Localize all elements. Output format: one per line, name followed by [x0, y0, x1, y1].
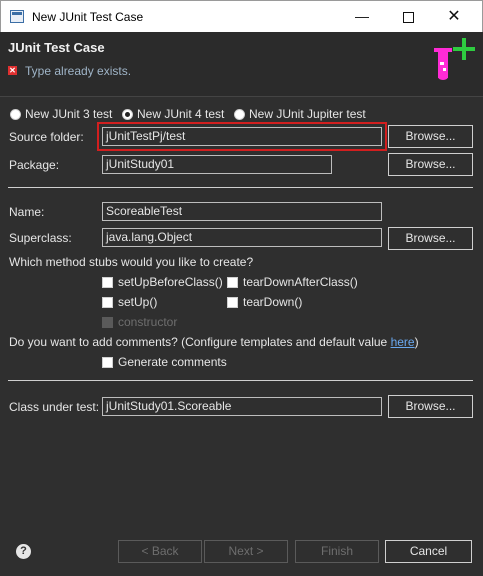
setup-before-class-label: setUpBeforeClass() — [118, 275, 223, 289]
package-label: Package: — [9, 158, 60, 172]
class-under-test-browse-button[interactable]: Browse... — [388, 395, 473, 418]
name-field[interactable]: ScoreableTest — [102, 202, 382, 221]
comments-question: Do you want to add comments? (Configure … — [9, 335, 419, 349]
setup-before-class-checkbox[interactable] — [102, 277, 113, 288]
error-icon: ✕ — [8, 66, 17, 75]
package-field[interactable]: jUnitStudy01 — [102, 155, 332, 174]
window-title: New JUnit Test Case — [32, 10, 144, 24]
radio-junit3[interactable]: New JUnit 3 test — [10, 106, 112, 122]
cancel-button[interactable]: Cancel — [385, 540, 472, 563]
stubs-question: Which method stubs would you like to cre… — [9, 255, 254, 269]
radio-junit3-label: New JUnit 3 test — [25, 107, 113, 121]
divider — [8, 187, 473, 188]
teardown-after-class-checkbox[interactable] — [227, 277, 238, 288]
source-folder-browse-button[interactable]: Browse... — [388, 125, 473, 148]
page-title: JUnit Test Case — [8, 40, 105, 55]
class-under-test-label: Class under test: — [9, 400, 100, 414]
comments-question-suffix: ) — [414, 335, 419, 349]
constructor-label: constructor — [118, 315, 178, 329]
source-folder-field[interactable]: jUnitTestPj/test — [97, 122, 387, 151]
radio-junit3-indicator[interactable] — [10, 108, 21, 120]
junit-test-tube-icon — [434, 38, 475, 80]
package-browse-button[interactable]: Browse... — [388, 153, 473, 176]
teardown-label: tearDown() — [243, 295, 303, 309]
superclass-label: Superclass: — [9, 231, 72, 245]
configure-templates-link[interactable]: here — [391, 335, 415, 349]
radio-junit4-label: New JUnit 4 test — [137, 107, 225, 121]
superclass-browse-button[interactable]: Browse... — [388, 227, 473, 250]
generate-comments-label: Generate comments — [118, 355, 227, 369]
finish-button: Finish — [295, 540, 379, 563]
wizard-header: JUnit Test Case ✕ Type already exists. — [0, 32, 483, 96]
generate-comments-checkbox[interactable] — [102, 357, 113, 368]
window-titlebar: New JUnit Test Case — ✕ — [0, 0, 483, 32]
name-label: Name: — [9, 205, 45, 219]
constructor-checkbox — [102, 317, 113, 328]
class-under-test-field[interactable]: jUnitStudy01.Scoreable — [102, 397, 382, 416]
comments-question-text: Do you want to add comments? (Configure … — [9, 335, 391, 349]
teardown-after-class-label: tearDownAfterClass() — [243, 275, 358, 289]
radio-jupiter-indicator[interactable] — [234, 108, 245, 120]
app-icon — [10, 10, 24, 23]
radio-junit4[interactable]: New JUnit 4 test — [122, 106, 224, 122]
back-button: < Back — [118, 540, 202, 563]
next-button: Next > — [204, 540, 288, 563]
setup-label: setUp() — [118, 295, 158, 309]
source-folder-label: Source folder: — [9, 130, 84, 144]
radio-junit-jupiter[interactable]: New JUnit Jupiter test — [234, 106, 366, 122]
superclass-field[interactable]: java.lang.Object — [102, 228, 382, 247]
minimize-button[interactable]: — — [339, 1, 385, 32]
maximize-icon — [402, 11, 414, 23]
close-button[interactable]: ✕ — [431, 1, 477, 32]
setup-checkbox[interactable] — [102, 297, 113, 308]
radio-jupiter-label: New JUnit Jupiter test — [249, 107, 366, 121]
header-divider — [0, 96, 483, 97]
radio-junit4-indicator[interactable] — [122, 108, 133, 120]
error-message: Type already exists. — [25, 64, 132, 78]
maximize-button[interactable] — [385, 1, 431, 32]
help-icon[interactable]: ? — [16, 544, 31, 559]
teardown-checkbox[interactable] — [227, 297, 238, 308]
divider — [8, 380, 473, 381]
